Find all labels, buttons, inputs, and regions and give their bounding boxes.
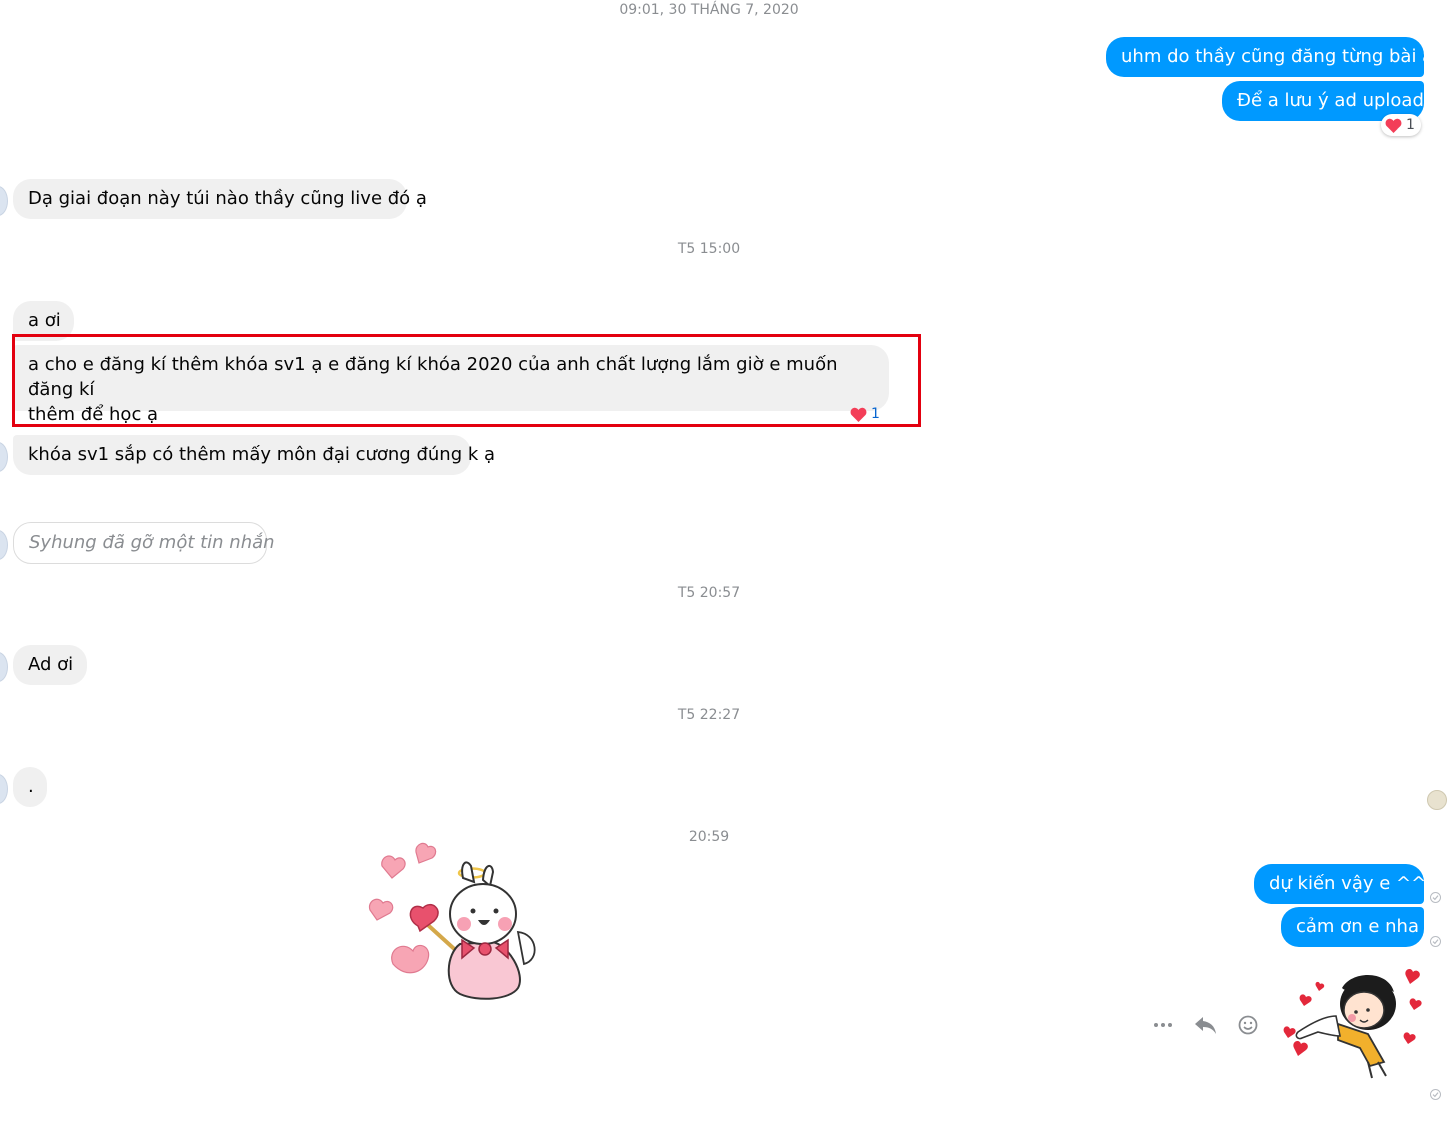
incoming-message[interactable]: Ad ơi: [13, 645, 87, 685]
timestamp: 20:59: [688, 829, 730, 845]
seen-avatar: [1427, 790, 1447, 810]
seen-check-icon: [1430, 892, 1441, 903]
message-reaction[interactable]: 1: [1381, 114, 1421, 136]
girl-hug-sticker[interactable]: [1276, 966, 1426, 1082]
incoming-message[interactable]: .: [13, 767, 47, 807]
seen-check-icon: [1430, 1089, 1441, 1100]
outgoing-message[interactable]: dự kiến vậy e ^^: [1254, 864, 1426, 904]
timestamp: T5 20:57: [677, 585, 741, 601]
avatar[interactable]: [0, 774, 8, 804]
reaction-count: 1: [1406, 117, 1415, 133]
timestamp: T5 15:00: [677, 241, 741, 257]
incoming-message[interactable]: khóa sv1 sắp có thêm mấy môn đại cương đ…: [13, 435, 495, 475]
outgoing-message[interactable]: uhm do thầy cũng đăng từng bài á: [1106, 37, 1433, 77]
incoming-message[interactable]: Dạ giai đoạn này túi nào thầy cũng live …: [13, 179, 427, 219]
removed-message-notice: Syhung đã gỡ một tin nhắn: [13, 522, 275, 564]
highlight-box: [12, 334, 921, 427]
timestamp: T5 22:27: [677, 707, 741, 723]
bunny-angel-sticker[interactable]: [360, 838, 560, 1008]
avatar[interactable]: [0, 530, 8, 560]
emoji-reaction-icon[interactable]: [1235, 1012, 1261, 1038]
seen-check-icon: [1430, 936, 1441, 947]
avatar[interactable]: [0, 652, 8, 682]
reply-icon[interactable]: [1192, 1012, 1218, 1038]
outgoing-message[interactable]: cảm ơn e nha: [1281, 907, 1424, 947]
avatar[interactable]: [0, 442, 8, 472]
more-options-icon[interactable]: [1150, 1012, 1176, 1038]
timestamp: 09:01, 30 THÁNG 7, 2020: [619, 2, 799, 18]
heart-icon: [1385, 118, 1402, 133]
avatar[interactable]: [0, 186, 8, 216]
